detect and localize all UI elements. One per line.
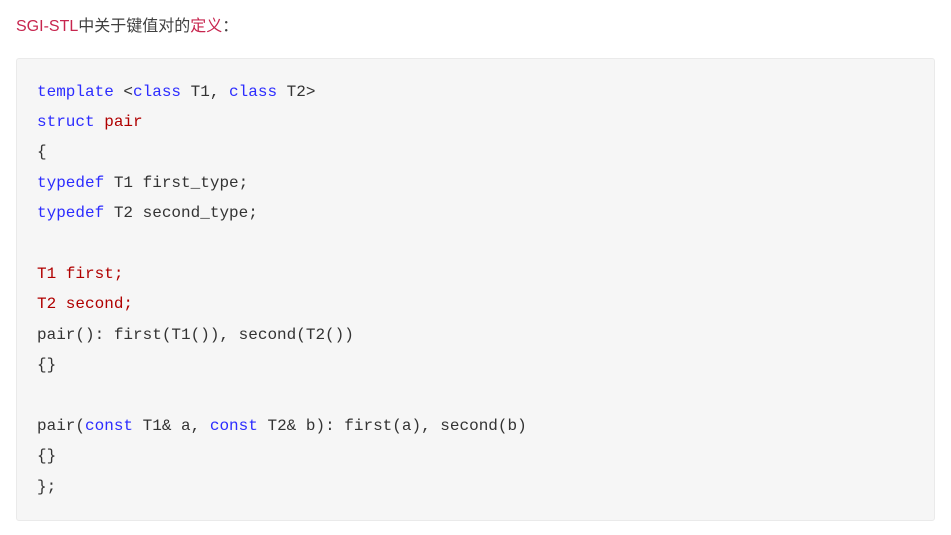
code-token: class bbox=[133, 83, 181, 101]
code-token: T2 bbox=[277, 83, 306, 101]
heading-red-1: SGI-STL bbox=[16, 18, 78, 35]
code-token: }; bbox=[37, 478, 56, 496]
code-token: T1 first_type; bbox=[104, 174, 248, 192]
code-token: const bbox=[210, 417, 258, 435]
code-token bbox=[95, 113, 105, 131]
code-token: {} bbox=[37, 356, 56, 374]
code-token: T2& b): first(a), second(b) bbox=[258, 417, 527, 435]
heading-text: SGI-STL中关于键值对的定义： bbox=[16, 14, 935, 40]
heading-normal-1: 中关于键值对的 bbox=[78, 18, 190, 35]
code-token: T2 second_type; bbox=[104, 204, 258, 222]
code-token: , bbox=[210, 83, 229, 101]
code-block: template <class T1, class T2> struct pai… bbox=[16, 58, 935, 521]
heading-normal-2: ： bbox=[222, 18, 238, 35]
code-token: T1& a, bbox=[133, 417, 210, 435]
code-token: pair bbox=[104, 113, 142, 131]
code-token: template bbox=[37, 83, 114, 101]
code-token: {} bbox=[37, 447, 56, 465]
code-token: T1 first; bbox=[37, 265, 123, 283]
code-token: (): first(T1()), second(T2()) bbox=[75, 326, 353, 344]
code-token: > bbox=[306, 83, 316, 101]
code-token: struct bbox=[37, 113, 95, 131]
code-token: const bbox=[85, 417, 133, 435]
code-token: typedef bbox=[37, 204, 104, 222]
code-token: ( bbox=[75, 417, 85, 435]
code-token: T1 bbox=[181, 83, 210, 101]
code-token: < bbox=[114, 83, 133, 101]
code-token: { bbox=[37, 143, 47, 161]
heading-red-2: 定义 bbox=[190, 18, 222, 35]
code-token: pair bbox=[37, 326, 75, 344]
code-token: pair bbox=[37, 417, 75, 435]
code-token: class bbox=[229, 83, 277, 101]
code-token: T2 second; bbox=[37, 295, 133, 313]
code-token: typedef bbox=[37, 174, 104, 192]
